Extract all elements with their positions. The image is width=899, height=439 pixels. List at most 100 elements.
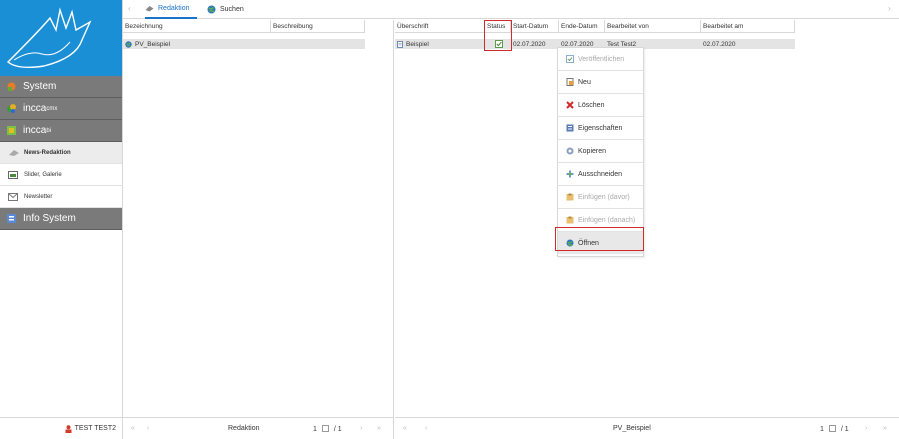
column-header-beschreibung[interactable]: Beschreibung [271,20,365,33]
menu-item-neu[interactable]: Neu [558,71,643,93]
paste-after-icon [566,216,574,224]
logo [0,0,122,76]
menu-item-einfuegen-davor[interactable]: Einfügen (davor) [558,186,643,208]
sidebar-item-label: System [23,81,57,92]
paste-before-icon [566,193,574,201]
page-stepper-icon[interactable] [321,425,329,432]
sidebar-item-slider-galerie[interactable]: Slider, Galerie [0,164,122,186]
cell-text: 02.07.2020 [703,40,736,48]
pager: 1 / 1 [313,425,342,433]
column-header-label: Beschreibung [273,22,313,30]
cell-bearbeitet-am: 02.07.2020 [701,39,736,49]
page-total: / 1 [333,426,342,433]
sidebar-item-sup: bi [46,127,52,134]
column-header-bezeichnung[interactable]: Bezeichnung [123,20,271,33]
column-header-label: Überschrift [397,22,429,30]
column-header-label: Bearbeitet am [703,22,744,30]
column-header-bearbeitet-von[interactable]: Bearbeitet von [605,20,701,33]
sidebar-item-label: Slider, Galerie [24,171,62,178]
prev-page-icon[interactable]: ‹ [147,425,149,432]
sidebar-item-info-system[interactable]: Info System [0,208,122,230]
page-stepper-icon[interactable] [828,425,836,432]
sidebar-item-label: incca [23,103,47,114]
sidebar-item-news-redaktion[interactable]: News-Redaktion [0,142,122,164]
next-page-icon[interactable]: › [865,425,867,432]
column-header-label: Start-Datum [513,22,549,30]
chevron-left-icon[interactable]: ‹ [128,4,131,13]
menu-item-label: Einfügen (danach) [578,216,636,224]
oeffnen-highlight [555,227,644,251]
sidebar-item-newsletter[interactable]: Newsletter [0,186,122,208]
incca-bi-icon [6,125,17,136]
right-panel: Überschrift Status Start-Datum Ende-Datu… [395,20,899,417]
sidebar-item-sup: cmx [46,105,58,112]
copy-icon [566,147,574,155]
slider-icon [8,170,18,179]
tab-redaktion[interactable]: Redaktion [145,0,197,19]
next-page-icon[interactable]: › [360,425,362,432]
cell-bezeichnung: PV_Beispiel [123,39,170,49]
footer-right: « ‹ PV_Beispiel 1 / 1 › » [395,417,899,439]
menu-item-label: Löschen [578,101,605,109]
page-total: / 1 [840,426,849,433]
chevron-right-icon[interactable]: › [888,4,891,13]
cell-start-datum: 02.07.2020 [511,39,546,49]
cell-text: Beispiel [406,40,429,48]
menu-item-label: Eigenschaften [578,124,623,132]
sidebar-item-incca-bi[interactable]: incca bi [0,120,122,142]
page-number[interactable]: 1 [313,426,317,433]
page-number[interactable]: 1 [820,426,824,433]
incca-cmx-icon [6,103,17,114]
globe-icon [125,40,132,48]
status-highlight [484,20,512,51]
news-icon [8,149,19,157]
prev-page-icon[interactable]: ‹ [425,425,427,432]
sidebar-item-system[interactable]: System [0,76,122,98]
sidebar-item-label: incca [23,125,47,136]
publish-icon [566,55,574,63]
menu-item-veroeffentlichen[interactable]: Veröffentlichen [558,48,643,70]
pager: 1 / 1 [820,425,849,433]
properties-icon [566,124,574,132]
new-icon [566,78,574,86]
last-page-icon[interactable]: » [883,425,887,432]
footer-label: Redaktion [228,425,260,432]
context-menu: Veröffentlichen Neu Löschen Eigenschafte… [557,47,644,257]
document-icon [397,40,403,48]
column-header-bearbeitet-am[interactable]: Bearbeitet am [701,20,795,33]
footer-left: « ‹ Redaktion 1 / 1 › » [123,417,394,439]
menu-item-loeschen[interactable]: Löschen [558,94,643,116]
footer-label: PV_Beispiel [613,425,651,432]
menu-item-label: Ausschneiden [578,170,622,178]
sidebar-item-label: Newsletter [24,193,53,200]
sidebar: System incca cmx incca bi News-Redaktion S… [0,0,123,439]
info-system-icon [6,213,17,224]
cell-ueberschrift: Beispiel [395,39,429,49]
column-header-label: Bezeichnung [125,22,163,30]
first-page-icon[interactable]: « [131,425,135,432]
newsletter-icon [8,192,18,201]
last-page-icon[interactable]: » [377,425,381,432]
tab-label: Suchen [220,6,244,13]
menu-item-label: Neu [578,78,591,86]
cut-icon [566,170,574,178]
menu-item-ausschneiden[interactable]: Ausschneiden [558,163,643,185]
first-page-icon[interactable]: « [403,425,407,432]
menu-item-label: Kopieren [578,147,607,155]
tab-suchen[interactable]: Suchen [207,0,257,19]
column-header-start-datum[interactable]: Start-Datum [511,20,559,33]
column-header-ende-datum[interactable]: Ende-Datum [559,20,605,33]
column-header-label: Bearbeitet von [607,22,649,30]
tab-label: Redaktion [158,5,190,12]
column-header-ueberschrift[interactable]: Überschrift [395,20,485,33]
delete-icon [566,101,574,109]
menu-item-label: Einfügen (davor) [578,193,630,201]
sidebar-item-label: Info System [23,213,76,224]
sidebar-item-incca-cmx[interactable]: incca cmx [0,98,122,120]
menu-item-kopieren[interactable]: Kopieren [558,140,643,162]
user-info[interactable]: TEST TEST2 [0,417,122,439]
table-row[interactable]: PV_Beispiel [123,39,365,49]
cell-text: 02.07.2020 [513,40,546,48]
menu-item-eigenschaften[interactable]: Eigenschaften [558,117,643,139]
system-icon [6,81,17,92]
